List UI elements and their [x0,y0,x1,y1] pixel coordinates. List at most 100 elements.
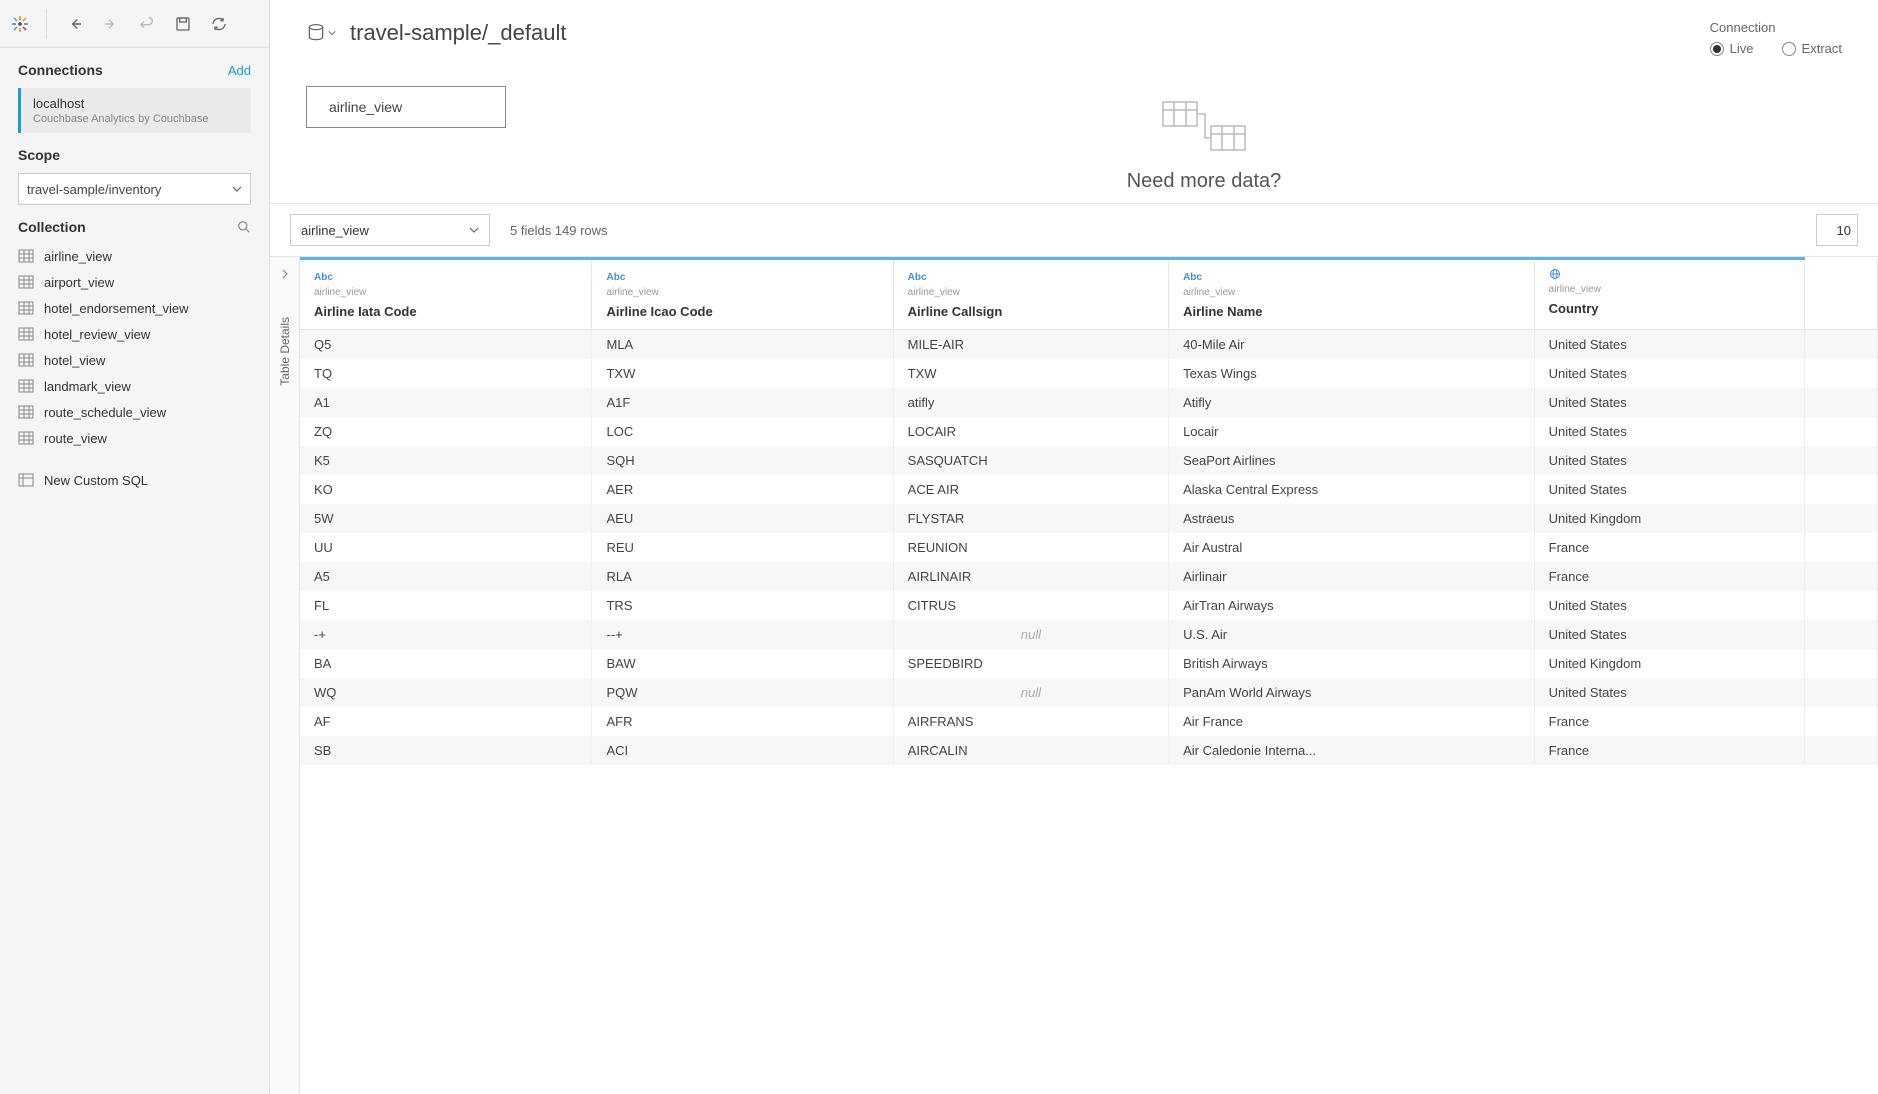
collection-item[interactable]: airport_view [10,269,259,295]
table-cell: TQ [300,359,592,388]
table-cell: British Airways [1169,649,1535,678]
table-cell: null [893,678,1168,707]
table-cell: ACE AIR [893,475,1168,504]
table-cell: AER [592,475,893,504]
table-row[interactable]: WQPQWnullPanAm World AirwaysUnited State… [300,678,1878,707]
table-row[interactable]: ZQLOCLOCAIRLocairUnited States [300,417,1878,446]
column-header[interactable]: Abcairline_viewAirline Name [1169,259,1535,330]
collection-name: route_schedule_view [44,405,166,420]
table-cell: Q5 [300,330,592,360]
new-custom-sql[interactable]: New Custom SQL [10,467,259,493]
table-cell: PQW [592,678,893,707]
table-cell: CITRUS [893,591,1168,620]
database-icon[interactable] [306,23,336,43]
table-row[interactable]: Q5MLAMILE-AIR40-Mile AirUnited States [300,330,1878,360]
connection-extract-radio[interactable]: Extract [1782,41,1842,56]
table-row[interactable]: A1A1FatiflyAtiflyUnited States [300,388,1878,417]
table-cell: AEU [592,504,893,533]
need-more-title: Need more data? [566,170,1842,193]
table-cell: United States [1534,359,1805,388]
scope-heading: Scope [18,147,60,163]
table-icon [18,378,34,394]
column-name: Airline Icao Code [606,304,878,319]
forward-button[interactable] [97,10,125,38]
chevron-down-icon [232,184,242,194]
save-button[interactable] [169,10,197,38]
table-cell: MLA [592,330,893,360]
connection-live-radio[interactable]: Live [1710,41,1754,56]
table-row[interactable]: KOAERACE AIRAlaska Central ExpressUnited… [300,475,1878,504]
column-header[interactable]: Abcairline_viewAirline Icao Code [592,259,893,330]
column-header[interactable]: Abcairline_viewAirline Iata Code [300,259,592,330]
table-cell: United Kingdom [1534,504,1805,533]
chevron-down-icon [469,225,479,235]
table-details-label: Table Details [278,317,292,386]
collection-item[interactable]: airline_view [10,243,259,269]
datasource-title[interactable]: travel-sample/_default [350,20,566,46]
canvas-table-pill[interactable]: airline_view [306,86,506,128]
table-icon [18,352,34,368]
refresh-button[interactable] [205,10,233,38]
table-cell: AirTran Airways [1169,591,1535,620]
table-cell: LOCAIR [893,417,1168,446]
back-button[interactable] [61,10,89,38]
collection-item[interactable]: hotel_endorsement_view [10,295,259,321]
collection-item[interactable]: hotel_view [10,347,259,373]
collection-item[interactable]: hotel_review_view [10,321,259,347]
table-row[interactable]: -+--+nullU.S. AirUnited States [300,620,1878,649]
table-cell: A5 [300,562,592,591]
table-cell: null [893,620,1168,649]
search-icon[interactable] [237,220,251,234]
scope-select[interactable]: travel-sample/inventory [18,173,251,205]
sidebar: Connections Add localhost Couchbase Anal… [0,0,270,1094]
table-cell: Alaska Central Express [1169,475,1535,504]
table-cell: --+ [592,620,893,649]
table-cell: Astraeus [1169,504,1535,533]
table-details-toggle[interactable]: Table Details [270,257,300,1094]
table-icon [18,404,34,420]
collection-item[interactable]: landmark_view [10,373,259,399]
collection-name: landmark_view [44,379,131,394]
table-cell: RLA [592,562,893,591]
add-connection-link[interactable]: Add [228,63,251,78]
table-cell: France [1534,533,1805,562]
table-cell: FLYSTAR [893,504,1168,533]
table-cell: United States [1534,591,1805,620]
table-row[interactable]: TQTXWTXWTexas WingsUnited States [300,359,1878,388]
collection-item[interactable]: route_view [10,425,259,451]
scope-value: travel-sample/inventory [27,182,161,197]
table-cell: AIRLINAIR [893,562,1168,591]
table-row[interactable]: AFAFRAIRFRANSAir FranceFrance [300,707,1878,736]
table-cell: United States [1534,620,1805,649]
column-header[interactable]: Abcairline_viewAirline Callsign [893,259,1168,330]
column-header[interactable]: airline_viewCountry [1534,259,1805,330]
table-row[interactable]: 5WAEUFLYSTARAstraeusUnited Kingdom [300,504,1878,533]
radio-unselected-icon [1782,42,1796,56]
undo-dropdown-button[interactable] [133,10,161,38]
table-row[interactable]: FLTRSCITRUSAirTran AirwaysUnited States [300,591,1878,620]
table-row[interactable]: K5SQHSASQUATCHSeaPort AirlinesUnited Sta… [300,446,1878,475]
table-cell: REU [592,533,893,562]
type-badge: Abc [908,272,927,283]
fields-rows-count: 5 fields 149 rows [510,223,608,238]
radio-selected-icon [1710,42,1724,56]
collection-item[interactable]: route_schedule_view [10,399,259,425]
connection-subtitle: Couchbase Analytics by Couchbase [33,113,239,125]
table-row[interactable]: BABAWSPEEDBIRDBritish AirwaysUnited King… [300,649,1878,678]
table-cell: REUNION [893,533,1168,562]
relate-tables-icon [566,96,1842,156]
table-row[interactable]: UUREUREUNIONAir AustralFrance [300,533,1878,562]
table-cell: A1F [592,388,893,417]
table-row[interactable]: SBACIAIRCALINAir Caledonie Interna...Fra… [300,736,1878,765]
need-more-data-panel: Need more data? [566,86,1842,199]
table-row[interactable]: A5RLAAIRLINAIRAirlinairFrance [300,562,1878,591]
table-cell: France [1534,562,1805,591]
table-cell: 5W [300,504,592,533]
collection-name: airport_view [44,275,114,290]
connection-item[interactable]: localhost Couchbase Analytics by Couchba… [18,88,251,133]
row-limit-input[interactable]: 10 [1816,214,1858,246]
connections-heading: Connections [18,62,103,78]
table-cell: Air France [1169,707,1535,736]
grid-table-select[interactable]: airline_view [290,214,490,246]
table-cell: AF [300,707,592,736]
